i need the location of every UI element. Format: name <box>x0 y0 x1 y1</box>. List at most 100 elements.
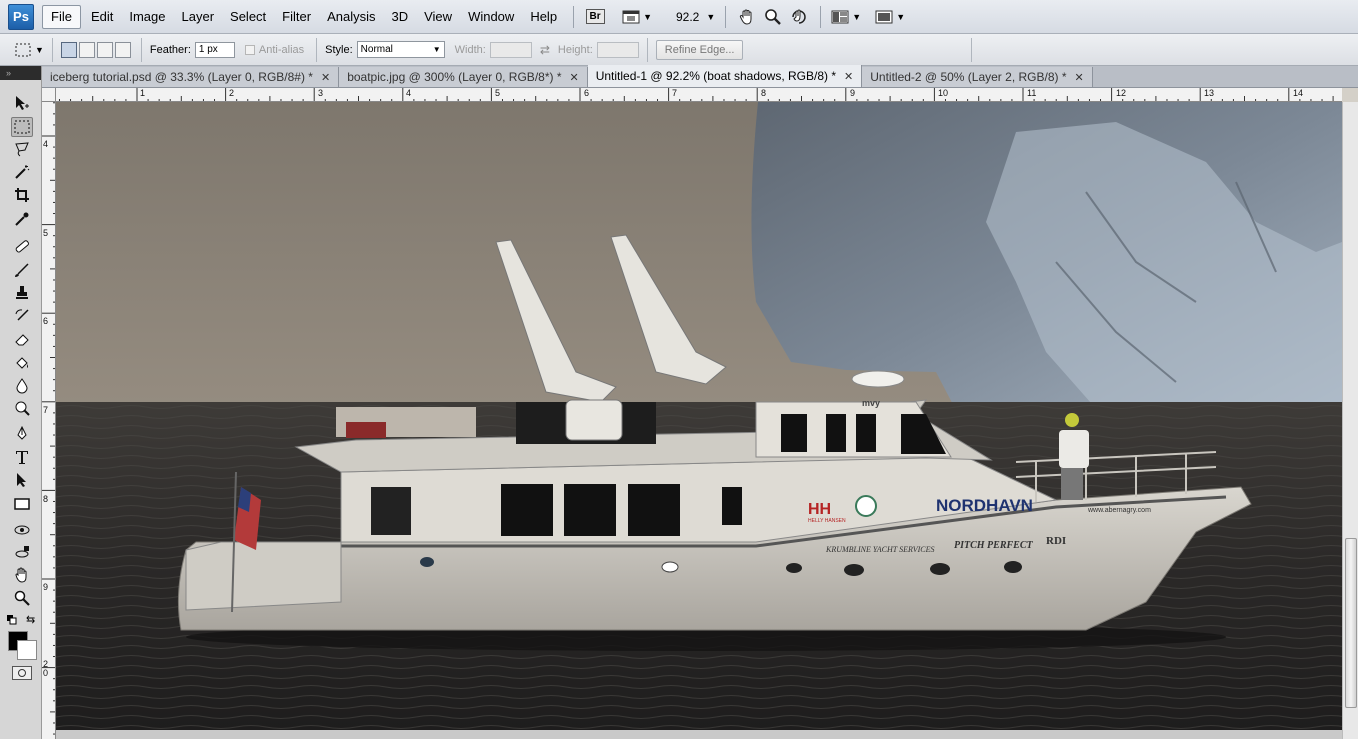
menu-layer[interactable]: Layer <box>174 5 223 29</box>
move-tool[interactable] <box>11 93 33 113</box>
close-icon[interactable]: ✕ <box>570 71 579 84</box>
porthole <box>420 557 434 567</box>
pen-tool[interactable] <box>11 424 33 444</box>
ruler-number: 6 <box>584 88 590 98</box>
blur-tool[interactable] <box>11 376 33 396</box>
ruler-number: 13 <box>1204 88 1215 98</box>
document-tab-active[interactable]: Untitled-1 @ 92.2% (boat shadows, RGB/8)… <box>587 65 863 87</box>
hull-hh-subtext: HELLY HANSEN <box>808 518 846 524</box>
document-tab[interactable]: iceberg tutorial.psd @ 33.3% (Layer 0, R… <box>42 67 340 87</box>
healing-brush-tool[interactable] <box>11 236 33 256</box>
3d-rotate-tool[interactable] <box>11 520 33 540</box>
tools-panel: » ⇆ <box>0 66 42 739</box>
bandage-icon <box>15 240 29 253</box>
width-input[interactable] <box>489 41 532 58</box>
intersect-selection-button[interactable] <box>114 41 131 58</box>
feather-input[interactable] <box>194 41 235 58</box>
paint-bucket-icon <box>16 357 28 369</box>
options-separator <box>971 37 973 62</box>
brush-tool[interactable] <box>11 260 33 280</box>
zoom-tool[interactable] <box>11 588 33 608</box>
ruler-origin[interactable] <box>42 88 56 102</box>
screen-mode-button[interactable]: ▼ <box>875 6 905 28</box>
swap-dimensions-icon[interactable]: ⇄ <box>540 43 550 57</box>
menu-file[interactable]: File <box>42 4 81 29</box>
horizontal-ruler[interactable]: 1 2 3 4 5 6 7 8 9 10 11 12 13 14 <box>56 88 1342 102</box>
ruler-number: 3 <box>318 88 324 98</box>
pilothouse-window <box>781 414 807 452</box>
marquee-tool[interactable] <box>11 117 33 137</box>
dodge-tool[interactable] <box>11 398 33 418</box>
refine-edge-button[interactable]: Refine Edge... <box>655 39 744 60</box>
add-selection-button[interactable] <box>78 41 95 58</box>
menu-select[interactable]: Select <box>222 5 274 29</box>
eyedropper-tool[interactable] <box>11 209 33 229</box>
person <box>1059 430 1089 468</box>
menu-3d[interactable]: 3D <box>383 5 416 29</box>
default-colors-icon[interactable] <box>7 614 17 625</box>
menu-help[interactable]: Help <box>522 5 565 29</box>
new-selection-button[interactable] <box>60 41 77 58</box>
close-icon[interactable]: ✕ <box>1075 71 1084 84</box>
panel-collapse-icon[interactable]: » <box>0 66 41 80</box>
path-selection-icon <box>17 473 26 487</box>
hull-website-text: www.abernagry.com <box>1087 507 1151 514</box>
arrange-documents-button[interactable]: ▼ <box>831 6 861 28</box>
clone-stamp-tool[interactable] <box>11 283 33 303</box>
history-brush-tool[interactable] <box>11 306 33 326</box>
style-select[interactable]: Normal ▼ <box>356 41 445 58</box>
options-bar: ▼ Feather: Anti-alias Style: Normal ▼ Wi… <box>0 34 1358 66</box>
zoom-level-dropdown[interactable]: 92.2 ▼ <box>668 6 715 28</box>
antialias-checkbox[interactable]: Anti-alias <box>244 43 308 56</box>
hand-tool-button[interactable] <box>736 6 758 28</box>
3d-orbit-tool[interactable] <box>11 543 33 563</box>
3d-orbit-icon <box>15 546 29 558</box>
magic-wand-tool[interactable] <box>11 162 33 182</box>
cabin-window <box>371 487 411 535</box>
mini-bridge-button[interactable]: ▼ <box>622 6 652 28</box>
document-tab[interactable]: Untitled-2 @ 50% (Layer 2, RGB/8) * ✕ <box>862 67 1093 87</box>
cabin-window <box>564 484 616 536</box>
document-canvas[interactable]: NORDHAVN HH HELLY HANSEN KRUMBLINE YACHT… <box>56 102 1342 730</box>
menu-analysis[interactable]: Analysis <box>319 5 383 29</box>
rectangle-tool[interactable] <box>11 494 33 514</box>
height-input[interactable] <box>596 41 639 58</box>
vertical-ruler[interactable]: 4 5 6 7 8 9 2 0 <box>42 88 56 739</box>
chevron-down-icon: ▼ <box>706 11 716 22</box>
menu-image[interactable]: Image <box>121 5 173 29</box>
document-tab[interactable]: boatpic.jpg @ 300% (Layer 0, RGB/8*) * ✕ <box>339 67 588 87</box>
swap-colors-icon[interactable]: ⇆ <box>26 613 35 626</box>
menu-view[interactable]: View <box>416 5 460 29</box>
paint-bucket-tool[interactable] <box>11 353 33 373</box>
scrollbar-thumb[interactable] <box>1345 538 1357 708</box>
cabin-window <box>722 487 742 525</box>
close-icon[interactable]: ✕ <box>321 71 330 84</box>
background-color-swatch[interactable] <box>17 640 37 660</box>
rotate-view-button[interactable] <box>788 6 810 28</box>
radar-dome <box>851 370 905 388</box>
hand-tool[interactable] <box>11 565 33 585</box>
eraser-icon <box>15 334 29 346</box>
path-selection-tool[interactable] <box>11 470 33 490</box>
lasso-tool[interactable] <box>11 139 33 159</box>
vertical-scrollbar[interactable] <box>1342 102 1358 739</box>
ruler-number: 2 0 <box>43 659 49 678</box>
dodge-icon <box>15 401 30 416</box>
menu-window[interactable]: Window <box>460 5 522 29</box>
hull-pitch-text: PITCH PERFECT <box>954 540 1034 551</box>
type-tool[interactable] <box>11 447 33 467</box>
eraser-tool[interactable] <box>11 329 33 349</box>
menu-filter[interactable]: Filter <box>274 5 319 29</box>
zoom-tool-button[interactable] <box>762 6 784 28</box>
menu-edit[interactable]: Edit <box>83 5 121 29</box>
antialias-label: Anti-alias <box>258 43 305 56</box>
subtract-selection-button[interactable] <box>96 41 113 58</box>
crop-tool[interactable] <box>11 185 33 205</box>
quick-mask-button[interactable] <box>12 666 32 680</box>
close-icon[interactable]: ✕ <box>844 70 853 83</box>
history-brush-icon <box>15 309 29 321</box>
ruler-number: 9 <box>850 88 856 98</box>
tool-preset-picker[interactable]: ▼ <box>14 42 44 58</box>
arrange-icon <box>831 10 849 23</box>
bridge-button[interactable]: Br <box>584 6 606 28</box>
